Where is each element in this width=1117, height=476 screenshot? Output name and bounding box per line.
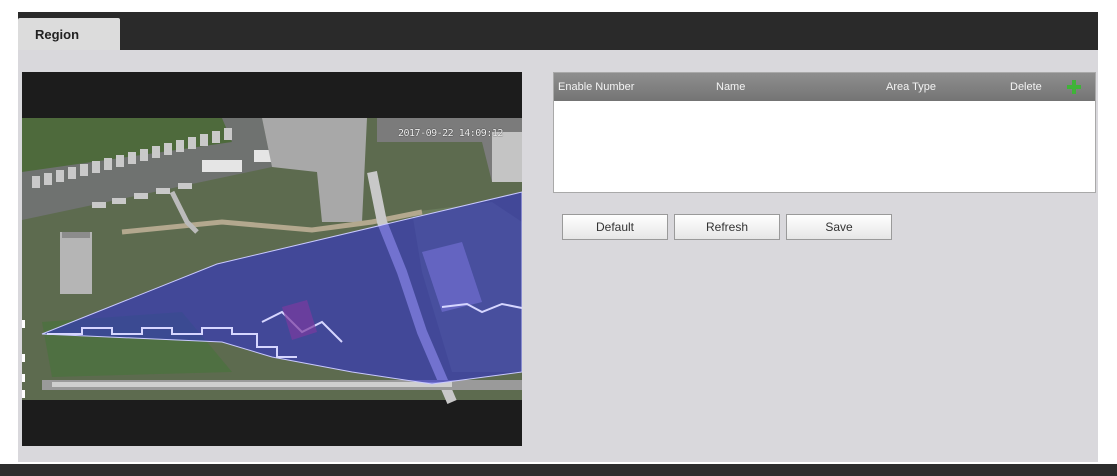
tab-bar: Region: [18, 12, 1098, 50]
tab-region[interactable]: Region: [18, 18, 120, 50]
column-header-enable-number: Enable Number: [558, 81, 635, 93]
refresh-button[interactable]: Refresh: [674, 214, 780, 240]
region-table: Enable Number Name Area Type Delete: [553, 72, 1096, 193]
column-header-name: Name: [716, 81, 746, 93]
video-preview[interactable]: 2017-09-22 14:09:12: [22, 72, 522, 446]
column-header-delete: Delete: [1010, 81, 1042, 93]
video-timestamp-overlay: 2017-09-22 14:09:12: [398, 128, 503, 139]
region-table-header: Enable Number Name Area Type Delete: [554, 73, 1095, 101]
column-header-area-type: Area Type: [886, 81, 936, 93]
tab-region-label: Region: [35, 27, 80, 42]
save-button[interactable]: Save: [786, 214, 892, 240]
bottom-bar: [0, 464, 1117, 476]
default-button[interactable]: Default: [562, 214, 668, 240]
plus-icon[interactable]: [1067, 80, 1081, 94]
